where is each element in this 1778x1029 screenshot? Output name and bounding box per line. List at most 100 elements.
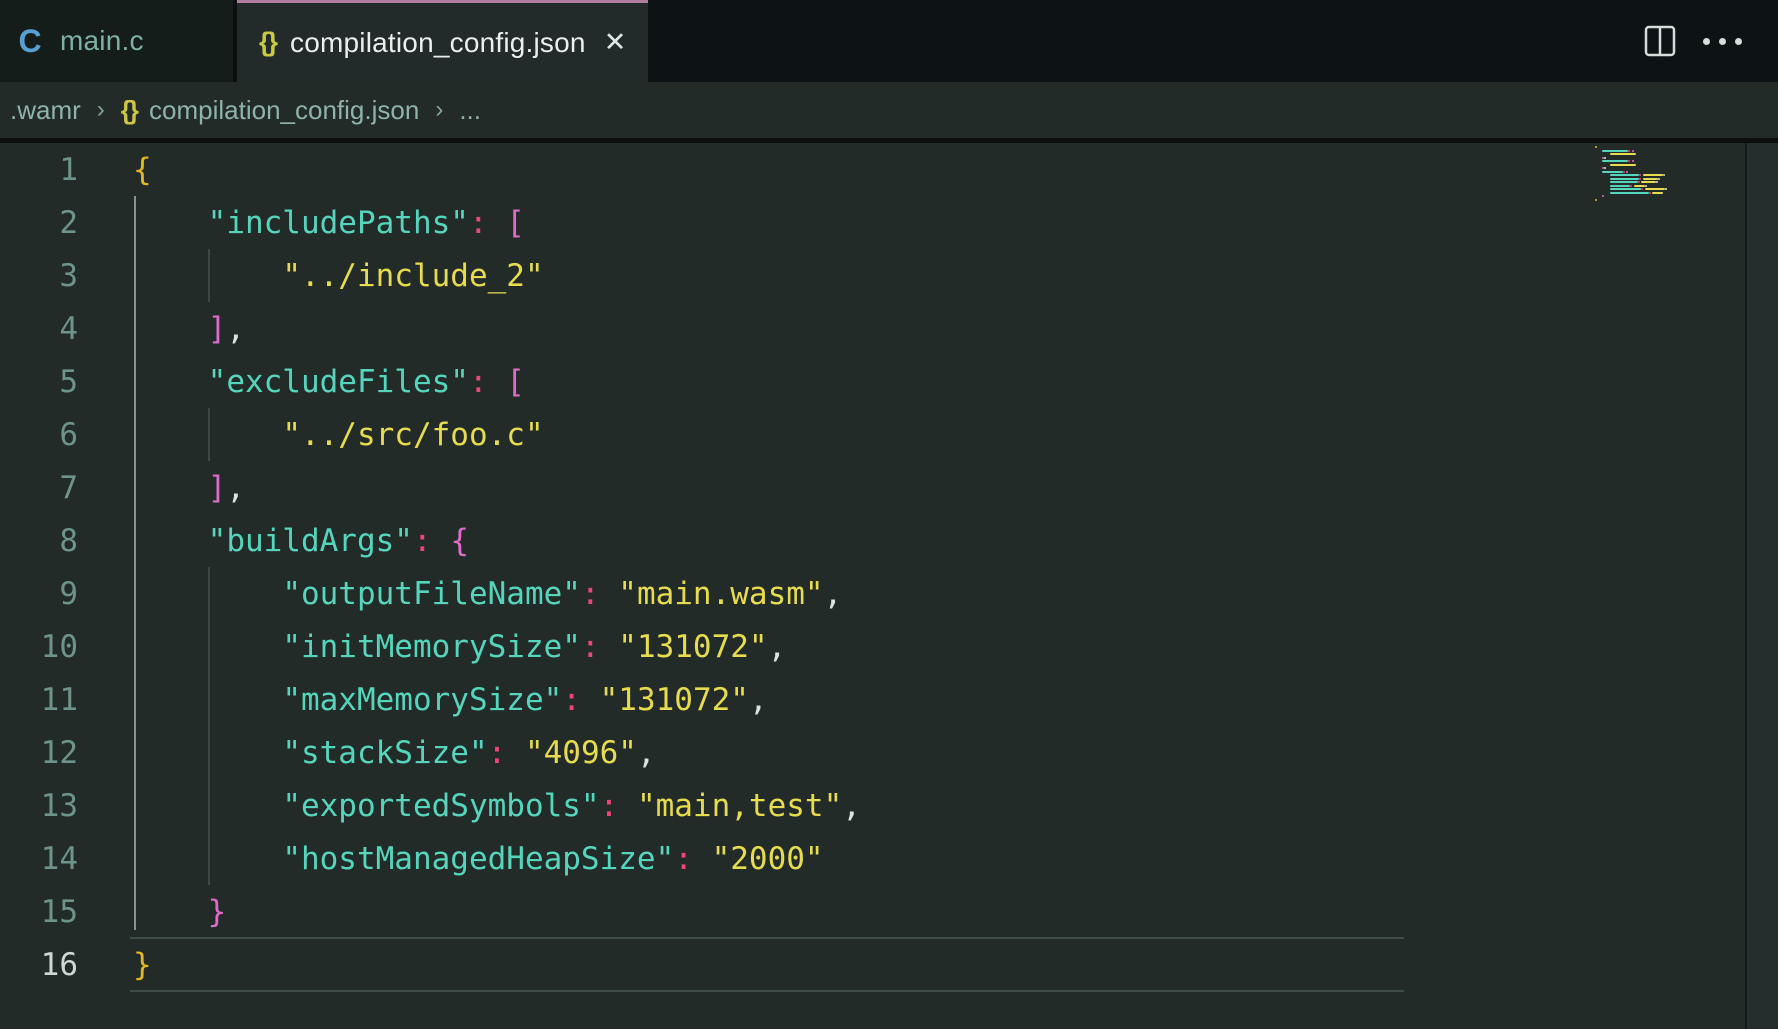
minimap-line — [1610, 185, 1630, 187]
code-line[interactable]: 4 ], — [0, 302, 1402, 355]
chevron-right-icon: › — [97, 96, 105, 124]
tab-main-c[interactable]: C main.c — [0, 0, 237, 82]
line-number: 14 — [0, 841, 78, 877]
minimap-line — [1610, 188, 1641, 190]
code-text: "buildArgs": { — [78, 523, 469, 559]
minimap-line — [1604, 157, 1606, 159]
code-text: "outputFileName": "main.wasm", — [78, 576, 842, 612]
code-text: "includePaths": [ — [78, 205, 525, 241]
breadcrumb-symbol-overflow[interactable]: ... — [459, 95, 481, 126]
json-icon: {} — [259, 27, 276, 58]
code-text: "maxMemorySize": "131072", — [78, 682, 768, 718]
code-line[interactable]: 1{ — [0, 143, 1402, 196]
code-text: } — [78, 947, 152, 983]
breadcrumb: .wamr › {} compilation_config.json › ... — [0, 82, 1778, 138]
minimap-line — [1623, 171, 1625, 173]
minimap-line — [1628, 160, 1630, 162]
code-line[interactable]: 15 } — [0, 885, 1402, 938]
code-line[interactable]: 9 "outputFileName": "main.wasm", — [0, 567, 1402, 620]
code-line[interactable]: 14 "hostManagedHeapSize": "2000" — [0, 832, 1402, 885]
minimap-line — [1604, 167, 1606, 169]
code-text: ], — [78, 470, 245, 506]
chevron-right-icon: › — [435, 96, 443, 124]
minimap-line — [1645, 188, 1665, 190]
close-icon[interactable]: ✕ — [604, 29, 627, 56]
code-text: "exportedSymbols": "main,test", — [78, 788, 861, 824]
json-icon: {} — [121, 95, 137, 126]
tab-compilation-config-json[interactable]: {} compilation_config.json ✕ — [237, 0, 648, 82]
minimap-line — [1641, 188, 1643, 190]
minimap-line — [1610, 192, 1649, 194]
minimap-line — [1632, 160, 1634, 162]
code-line[interactable]: 13 "exportedSymbols": "main,test", — [0, 779, 1402, 832]
ellipsis-icon — [1703, 38, 1710, 45]
minimap-line — [1610, 174, 1640, 176]
code-text: "stackSize": "4096", — [78, 735, 656, 771]
minimap-line — [1626, 171, 1628, 173]
breadcrumb-folder[interactable]: .wamr — [10, 95, 81, 126]
minimap-line — [1610, 181, 1638, 183]
minimap-line — [1602, 171, 1622, 173]
code-text: "hostManagedHeapSize": "2000" — [78, 841, 824, 877]
code-text: "initMemorySize": "131072", — [78, 629, 786, 665]
code-text: } — [78, 894, 226, 930]
minimap-line — [1652, 192, 1663, 194]
minimap-line — [1639, 174, 1641, 176]
minimap-line — [1628, 150, 1630, 152]
line-number: 10 — [0, 629, 78, 665]
minimap-line — [1645, 185, 1647, 187]
line-number: 12 — [0, 735, 78, 771]
code-line[interactable]: 12 "stackSize": "4096", — [0, 726, 1402, 779]
code-line[interactable]: 5 "excludeFiles": [ — [0, 355, 1402, 408]
minimap-line — [1610, 164, 1636, 166]
code-text: "../include_2" — [78, 258, 544, 294]
code-line[interactable]: 11 "maxMemorySize": "131072", — [0, 673, 1402, 726]
split-editor-button[interactable] — [1643, 24, 1677, 58]
minimap-line — [1643, 178, 1658, 180]
split-editor-icon — [1643, 24, 1677, 58]
minimap-line — [1663, 174, 1665, 176]
minimap-line — [1595, 146, 1597, 148]
line-number: 5 — [0, 364, 78, 400]
line-number: 16 — [0, 947, 78, 983]
code-line[interactable]: 8 "buildArgs": { — [0, 514, 1402, 567]
minimap-line — [1630, 185, 1632, 187]
minimap-line — [1602, 195, 1604, 197]
breadcrumb-file[interactable]: compilation_config.json — [149, 95, 419, 126]
line-number: 1 — [0, 152, 78, 188]
code-line[interactable]: 16} — [0, 938, 1402, 991]
code-line[interactable]: 3 "../include_2" — [0, 249, 1402, 302]
minimap-line — [1610, 153, 1636, 155]
line-number: 13 — [0, 788, 78, 824]
minimap-line — [1639, 178, 1641, 180]
minimap-line — [1595, 199, 1597, 201]
vertical-scrollbar[interactable] — [1747, 143, 1778, 1029]
code-editor[interactable]: 1{2 "includePaths": [3 "../include_2"4 ]… — [0, 143, 1778, 1029]
c-file-icon: C — [14, 23, 46, 60]
more-actions-button[interactable] — [1703, 38, 1742, 45]
code-line[interactable]: 2 "includePaths": [ — [0, 196, 1402, 249]
tab-bar: C main.c {} compilation_config.json ✕ — [0, 0, 1778, 82]
code-text: "../src/foo.c" — [78, 417, 544, 453]
code-line[interactable]: 6 "../src/foo.c" — [0, 408, 1402, 461]
minimap-line — [1634, 185, 1645, 187]
code-text: ], — [78, 311, 245, 347]
minimap-line — [1656, 181, 1658, 183]
minimap-line — [1602, 160, 1628, 162]
tab-label: main.c — [60, 25, 144, 57]
code-line[interactable]: 7 ], — [0, 461, 1402, 514]
tab-label: compilation_config.json — [290, 27, 586, 59]
line-number: 11 — [0, 682, 78, 718]
line-number: 2 — [0, 205, 78, 241]
line-number: 15 — [0, 894, 78, 930]
line-number: 7 — [0, 470, 78, 506]
minimap-line — [1658, 178, 1660, 180]
code-line[interactable]: 10 "initMemorySize": "131072", — [0, 620, 1402, 673]
minimap-line — [1638, 181, 1640, 183]
minimap-line — [1602, 150, 1628, 152]
minimap-line — [1649, 192, 1651, 194]
minimap[interactable] — [1595, 146, 1745, 216]
minimap-line — [1632, 150, 1634, 152]
line-number: 9 — [0, 576, 78, 612]
line-number: 3 — [0, 258, 78, 294]
